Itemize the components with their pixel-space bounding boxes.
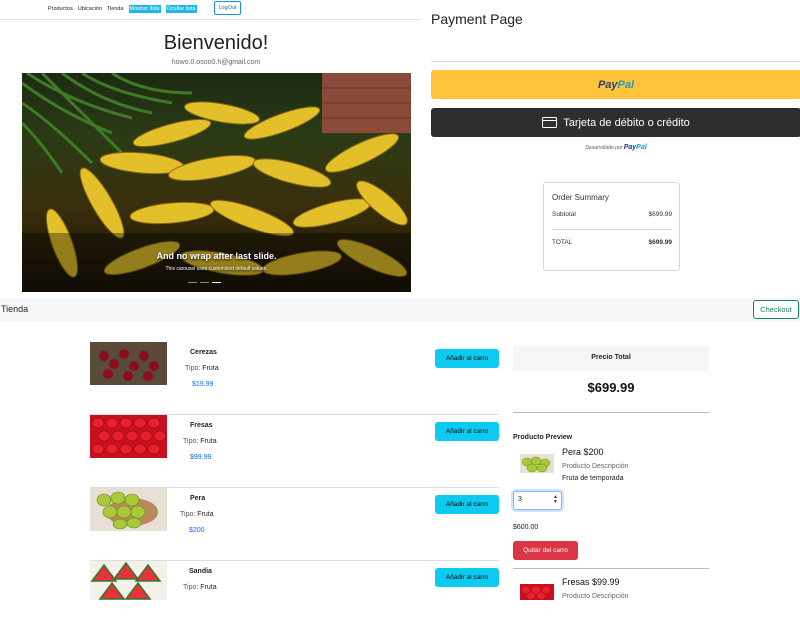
payment-title: Payment Page [431,11,523,27]
nav-divider [0,19,420,20]
add-to-cart-button[interactable]: Añadir al carro [435,422,499,441]
checkout-button[interactable]: Checkout [753,300,799,319]
product-name: Cerezas [190,349,217,356]
store-section: Tienda Checkout Cerezas Tipo: Fruta $19.… [0,298,800,600]
quantity-stepper[interactable]: 3 ▲ ▼ [513,491,562,510]
powered-label: Desarrollado por [585,145,623,151]
total-label: TOTAL [552,239,573,246]
carousel-caption-title: And no wrap after last slide. [156,251,277,261]
subtotal-label: Subtotal [552,211,576,218]
carousel-indicator-active[interactable] [212,282,221,283]
preview-product-detail: Fruta de temporada [562,475,624,482]
credit-card-icon [542,117,558,128]
product-type: Tipo: Fruta [183,438,217,445]
payment-panel: Payment Page Pay Pal Tarjeta de débito o … [420,0,800,298]
type-value: Fruta [202,365,219,372]
preview-subtotal: $600.00 [513,524,539,531]
type-value: Fruta [200,438,217,445]
preview-product-name: Pera $200 [562,447,604,457]
preview-pear-image [520,454,554,473]
cart-strawberries-image [520,584,554,600]
add-to-cart-button[interactable]: Añadir al carro [435,349,499,368]
type-value: Fruta [197,511,214,518]
type-prefix: Tipo: [183,584,199,591]
carousel-indicator[interactable] [200,282,209,283]
product-row-fresas: Fresas Tipo: Fruta $99.99 Añadir al carr… [90,415,499,488]
paypal-button[interactable]: Pay Pal [431,70,800,99]
card-payment-button[interactable]: Tarjeta de débito o crédito [431,108,800,137]
product-type: Tipo: Fruta [183,584,217,591]
product-type: Tipo: Fruta [185,365,219,372]
pears-image [90,488,167,531]
remove-from-cart-button[interactable]: Quitar del carro [513,541,578,560]
product-price: $99.99 [190,454,212,461]
product-type: Tipo: Fruta [180,511,214,518]
cart-divider [513,568,709,569]
card-payment-label: Tarjeta de débito o crédito [563,116,690,129]
carousel-indicators [188,282,221,283]
product-name: Fresas [190,422,213,429]
type-value: Fruta [200,584,217,591]
user-email: howo.0.osoo0.h@gmail.com [171,59,261,66]
welcome-title: Bienvenido! [163,32,269,54]
cart-item-name: Fresas $99.99 [562,577,620,587]
cherries-image [90,342,167,385]
total-divider [513,412,709,413]
logout-button[interactable]: LogOut [214,1,241,15]
powered-brand-part2: Pal [636,144,647,151]
type-prefix: Tipo: [180,511,196,518]
product-price: $19.99 [192,381,214,388]
carousel-indicator[interactable] [188,282,197,283]
nav-link-productos[interactable]: Productos [48,6,73,12]
preview-product-description: Producto Descripción [562,463,629,470]
hide-list-button[interactable]: Ocultar lista [165,5,197,13]
cart-item-description: Producto Descripción [562,593,629,600]
total-price-value: $699.99 [587,380,635,395]
subtotal-row: Subtotal $699.99 [552,211,672,218]
nav-link-tienda[interactable]: Tienda [107,6,124,12]
type-prefix: Tipo: [185,365,201,372]
quantity-value: 3 [518,496,522,503]
powered-by-paypal: Desarrollado por PayPal [431,144,800,151]
summary-divider [552,229,671,230]
top-navbar: Productos Ubicación Tienda Mostrar lista… [48,3,197,15]
store-header: Tienda Checkout [0,298,800,322]
preview-title: Producto Preview [513,434,573,441]
product-row-cerezas: Cerezas Tipo: Fruta $19.99 Añadir al car… [90,342,499,415]
order-summary-card: Order Summary Subtotal $699.99 TOTAL $69… [543,182,680,271]
add-to-cart-button[interactable]: Añadir al carro [435,568,499,587]
watermelon-image [90,561,167,600]
type-prefix: Tipo: [183,438,199,445]
carousel-caption-text: This carousel uses customized default va… [165,266,268,272]
home-panel: Productos Ubicación Tienda Mostrar lista… [0,0,420,298]
total-row: TOTAL $699.99 [552,239,672,246]
product-row-sandia: Sandia Tipo: Fruta Añadir al carro [90,561,499,634]
strawberries-image [90,415,167,458]
stepper-arrows-icon[interactable]: ▲ ▼ [553,495,558,505]
product-price: $200 [189,527,205,534]
add-to-cart-button[interactable]: Añadir al carro [435,495,499,514]
order-summary-title: Order Summary [552,193,609,202]
product-name: Pera [190,495,206,502]
payment-divider [431,61,800,62]
total-value: $699.99 [648,239,673,246]
nav-link-ubicacion[interactable]: Ubicación [78,6,102,12]
show-list-button[interactable]: Mostrar lista [128,5,161,13]
total-price-header: Precio Total [513,346,709,371]
store-title: Tienda [1,304,29,314]
subtotal-value: $699.99 [648,211,673,218]
paypal-logo-part1: Pay [597,78,618,91]
paypal-logo-part2: Pal [617,78,635,91]
product-name: Sandia [189,568,212,575]
powered-brand-part1: Pay [623,144,637,151]
product-row-pera: Pera Tipo: Fruta $200 Añadir al carro [90,488,499,561]
banana-carousel[interactable]: And no wrap after last slide. This carou… [22,73,411,292]
